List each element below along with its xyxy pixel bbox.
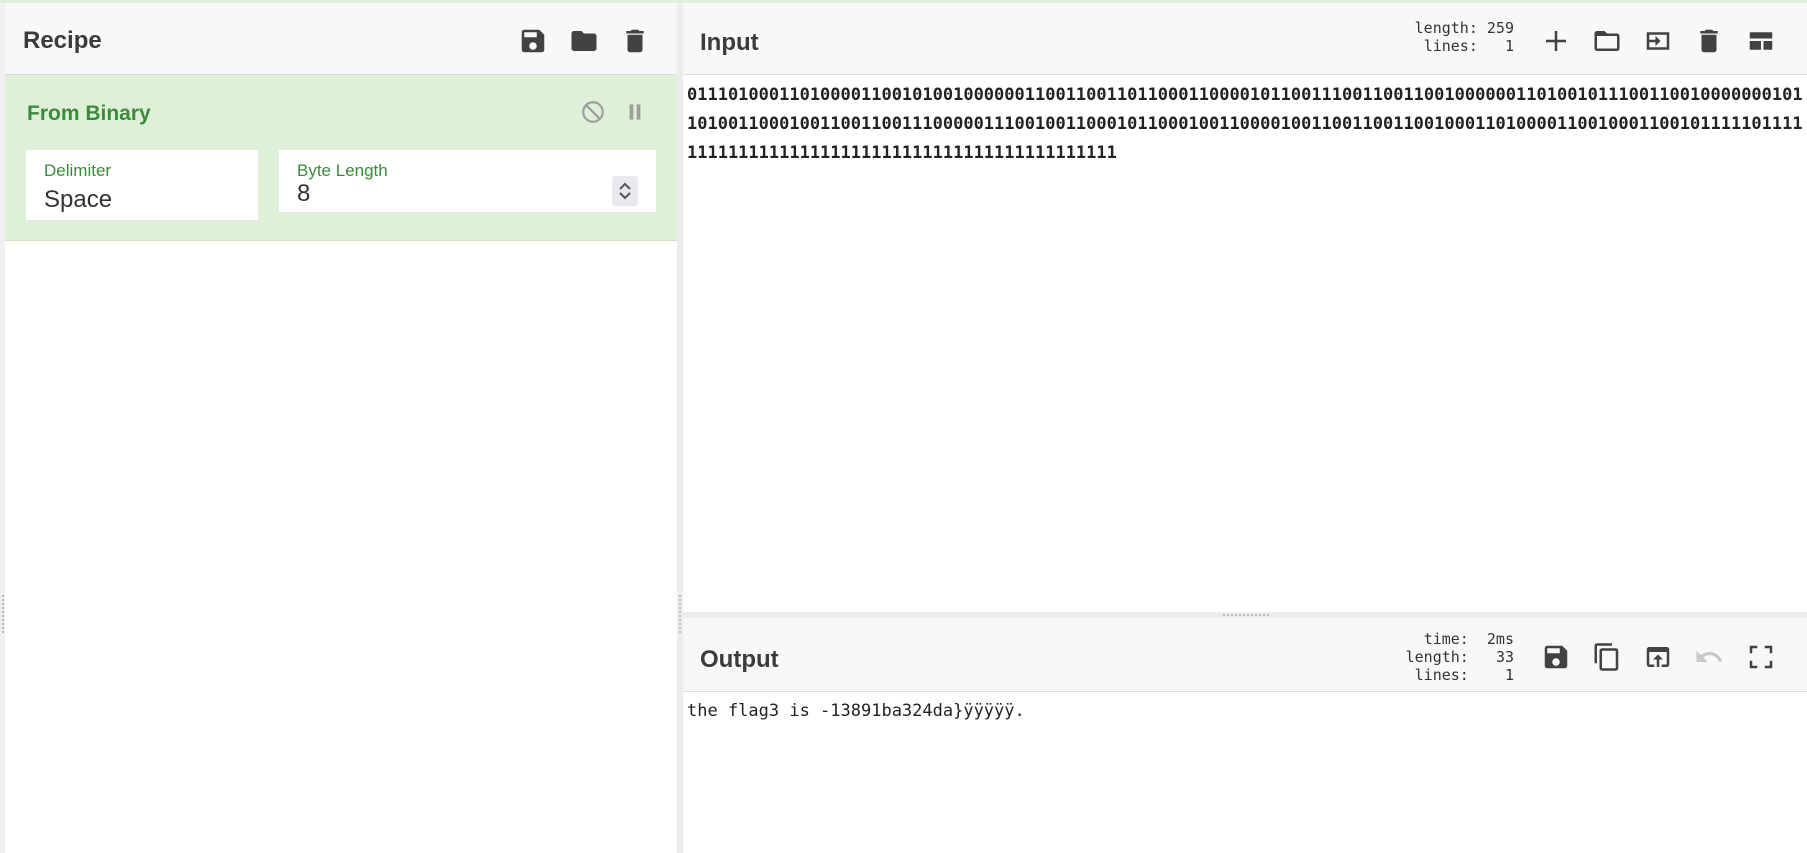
output-time-label: time:	[1423, 630, 1469, 648]
operation-name: From Binary	[27, 102, 151, 125]
recipe-panel: Recipe From Binary Delimiter Space Byte …	[0, 3, 677, 853]
input-lines-label: lines:	[1423, 37, 1478, 55]
delimiter-field[interactable]: Delimiter Space	[26, 150, 258, 221]
byte-length-value[interactable]: 8	[297, 180, 310, 208]
output-lines-label: lines:	[1414, 666, 1469, 684]
add-icon[interactable]	[1538, 23, 1574, 59]
byte-length-label: Byte Length	[297, 161, 388, 180]
output-title: Output	[700, 646, 779, 673]
chevron-down-icon[interactable]	[618, 191, 632, 201]
input-lines-value: 1	[1504, 37, 1514, 55]
input-text[interactable]: 0111010001101000011001010010000001100110…	[687, 81, 1803, 168]
save-recipe-icon[interactable]	[517, 25, 549, 57]
output-length-value: 33	[1495, 648, 1514, 666]
resize-grip[interactable]	[2, 595, 4, 635]
output-stats: time: 2ms length: 33 lines: 1	[1406, 630, 1514, 684]
input-panel: Input length: 259 lines: 1 0111010001101…	[683, 3, 1807, 612]
replace-input-icon[interactable]	[1640, 639, 1676, 675]
recipe-header: Recipe	[5, 3, 677, 75]
disable-icon[interactable]	[578, 97, 608, 127]
delimiter-label: Delimiter	[44, 161, 112, 180]
output-time-value: 2ms	[1486, 630, 1514, 648]
delimiter-value[interactable]: Space	[44, 186, 112, 214]
copy-icon[interactable]	[1589, 639, 1625, 675]
load-recipe-folder-icon[interactable]	[568, 25, 600, 57]
undo-icon	[1691, 639, 1727, 675]
output-length-label: length:	[1405, 648, 1469, 666]
maximize-icon[interactable]	[1743, 639, 1779, 675]
resize-grip[interactable]	[679, 595, 681, 635]
save-output-icon[interactable]	[1538, 639, 1574, 675]
recipe-title: Recipe	[23, 27, 102, 54]
left-edge	[0, 3, 5, 853]
from-binary-operation[interactable]: From Binary Delimiter Space Byte Length …	[5, 75, 677, 241]
import-icon[interactable]	[1640, 23, 1676, 59]
byte-length-stepper[interactable]	[612, 176, 638, 206]
input-length-value: 259	[1486, 19, 1514, 37]
open-folder-icon[interactable]	[1589, 23, 1625, 59]
trash-icon[interactable]	[1691, 23, 1727, 59]
clear-recipe-trash-icon[interactable]	[619, 25, 651, 57]
pause-icon[interactable]	[620, 97, 650, 127]
input-header: Input length: 259 lines: 1	[683, 3, 1807, 75]
output-lines-value: 1	[1504, 666, 1514, 684]
input-stats: length: 259 lines: 1	[1415, 19, 1514, 55]
output-panel: Output time: 2ms length: 33 lines: 1 the…	[683, 618, 1807, 853]
resize-grip[interactable]	[1223, 614, 1271, 616]
layout-icon[interactable]	[1743, 23, 1779, 59]
byte-length-field[interactable]: Byte Length 8	[279, 150, 656, 213]
output-text[interactable]: the flag3 is -13891ba324da}ÿÿÿÿÿ.	[687, 697, 1803, 726]
input-title: Input	[700, 29, 759, 56]
chevron-up-icon[interactable]	[618, 181, 632, 191]
output-header: Output time: 2ms length: 33 lines: 1	[683, 618, 1807, 692]
input-length-label: length:	[1414, 19, 1478, 37]
